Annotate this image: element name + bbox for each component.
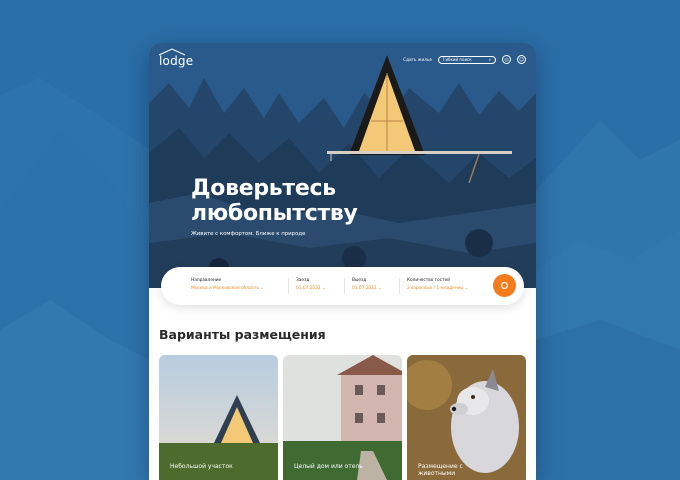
section-title: Варианты размещения [159, 327, 326, 342]
checkin-value: 01.07.2022 ⌄ [296, 286, 326, 291]
checkout-label: Выезд [352, 278, 367, 283]
checkout-field[interactable]: Выезд 01.07.2022 ⌄ [352, 278, 382, 291]
tile-image [283, 355, 402, 480]
divider [344, 278, 345, 294]
chevron-down-icon: ⌄ [464, 286, 469, 291]
logo-roof-icon [158, 48, 186, 56]
user-icon[interactable]: ☺ [517, 55, 526, 64]
hero-subtitle: Живите с комфортом. Ближе к природе [191, 231, 306, 237]
tile-small-plot[interactable]: Небольшой участок [159, 355, 278, 480]
guests-value: 2 взрослых / 1 младенец ⌄ [407, 286, 469, 291]
hero-title: Доверьтесь любопытству [191, 176, 358, 226]
guests-label: Количество гостей [407, 278, 450, 283]
tile-with-pets[interactable]: Размещение с животными [407, 355, 526, 480]
hero-section: lodge Сдать жилье Гибкий поиск ⌕ ◎ ☺ Дов… [149, 43, 536, 288]
tile-whole-house[interactable]: Целый дом или отель [283, 355, 402, 480]
checkin-label: Заезд [296, 278, 310, 283]
chevron-down-icon: ⌄ [377, 286, 382, 291]
search-button[interactable] [493, 274, 516, 297]
search-icon: ⌕ [488, 57, 491, 62]
tile-image [159, 355, 278, 480]
chevron-down-icon: ⌄ [321, 286, 326, 291]
divider [399, 278, 400, 294]
logo[interactable]: lodge [158, 48, 194, 68]
tile-label: Размещение с животными [418, 463, 463, 477]
quick-search-label: Гибкий поиск [443, 57, 472, 62]
hero-title-line2: любопытству [191, 201, 358, 226]
hero-title-line1: Доверьтесь [191, 176, 336, 201]
checkout-value: 01.07.2022 ⌄ [352, 286, 382, 291]
guests-field[interactable]: Количество гостей 2 взрослых / 1 младене… [407, 278, 468, 291]
logo-text: lodge [159, 54, 194, 68]
top-nav: Сдать жилье Гибкий поиск ⌕ ◎ ☺ [403, 55, 526, 64]
destination-value: Москва и Московская область ⌄ [191, 286, 265, 291]
divider [288, 278, 289, 294]
destination-label: Направление [191, 278, 222, 283]
globe-icon[interactable]: ◎ [502, 55, 511, 64]
checkin-field[interactable]: Заезд 01.07.2022 ⌄ [296, 278, 326, 291]
host-link[interactable]: Сдать жилье [403, 57, 432, 62]
search-icon [500, 281, 509, 290]
tile-label: Целый дом или отель [294, 463, 363, 470]
search-bar: Направление Москва и Московская область … [161, 267, 524, 305]
website-card: lodge Сдать жилье Гибкий поиск ⌕ ◎ ☺ Дов… [149, 43, 536, 480]
hero-illustration [149, 43, 536, 288]
tile-image [407, 355, 526, 480]
quick-search-button[interactable]: Гибкий поиск ⌕ [438, 55, 496, 64]
destination-field[interactable]: Направление Москва и Московская область … [191, 278, 264, 291]
tile-label: Небольшой участок [170, 463, 233, 470]
chevron-down-icon: ⌄ [260, 286, 265, 291]
